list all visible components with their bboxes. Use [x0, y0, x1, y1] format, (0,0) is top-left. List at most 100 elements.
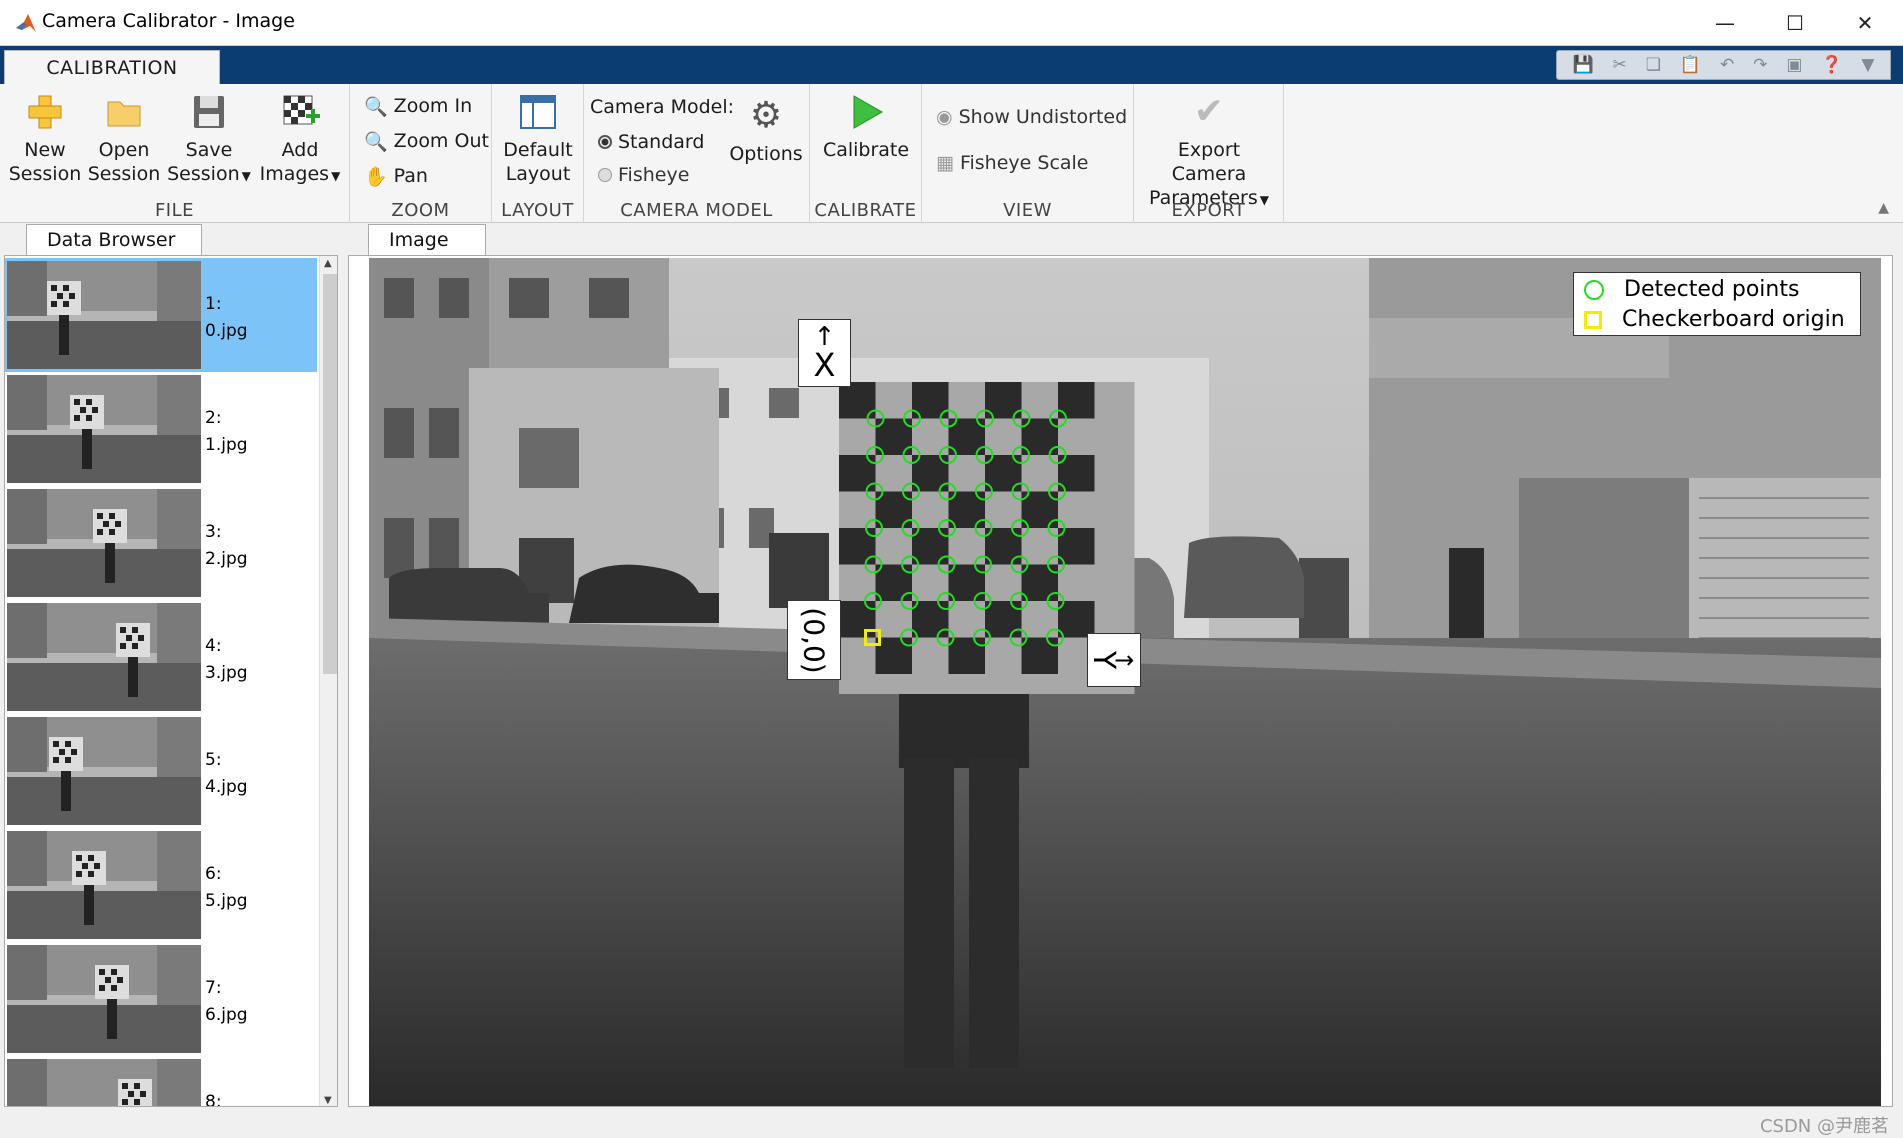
image-index: 7: [205, 978, 222, 998]
thumbnail-label: 7: 6.jpg [205, 975, 248, 1029]
legend: Detected points Checkerboard origin [1573, 272, 1861, 336]
thumbnail-label: 6: 5.jpg [205, 861, 248, 915]
thumbnail-label: 1: 0.jpg [205, 291, 248, 345]
view-section-label: VIEW [1003, 200, 1052, 221]
list-item[interactable]: 1: 0.jpg [5, 258, 317, 372]
help-icon[interactable]: ❓ [1821, 55, 1842, 75]
chevron-down-icon[interactable]: ▼ [1861, 55, 1874, 75]
image-thumbnail [7, 375, 201, 483]
list-item[interactable]: 4: 3.jpg [5, 600, 317, 714]
image-thumbnail [7, 1059, 201, 1106]
camera-model-label: Camera Model: [590, 96, 735, 118]
add-images-button[interactable]: Add Images ▼ [256, 92, 344, 188]
image-index: 2: [205, 408, 222, 428]
browser-scrollbar[interactable]: ▲ ▼ [319, 256, 337, 1106]
list-item[interactable]: 2: 1.jpg [5, 372, 317, 486]
image-index: 8: [205, 1092, 222, 1107]
camera-model-section-label: CAMERA MODEL [620, 200, 773, 221]
checkerboard-square [912, 601, 949, 638]
open-session-button[interactable]: Open Session [86, 92, 162, 186]
dropdown-arrow-icon: ▼ [241, 169, 251, 183]
layout-section: Default Layout LAYOUT [492, 84, 584, 223]
export-camera-parameters-button[interactable]: ✔ Export Camera Parameters ▼ [1140, 92, 1278, 212]
dropdown-arrow-icon: ▼ [331, 169, 341, 183]
image-filename: 1.jpg [205, 435, 248, 455]
tab-calibration[interactable]: CALIBRATION [4, 50, 220, 84]
layout-icon [518, 92, 558, 132]
minimize-button[interactable]: — [1690, 0, 1760, 46]
tab-image[interactable]: Image [368, 224, 486, 255]
image-thumbnail [7, 261, 201, 369]
paste-icon[interactable]: 📋 [1680, 55, 1701, 75]
close-button[interactable]: ✕ [1830, 0, 1900, 46]
maximize-button[interactable]: ☐ [1760, 0, 1830, 46]
image-index: 4: [205, 636, 222, 656]
list-item[interactable]: 8: [5, 1056, 317, 1107]
fisheye-radio[interactable]: Fisheye [598, 161, 689, 189]
list-item[interactable]: 3: 2.jpg [5, 486, 317, 600]
thumbnail-label: 4: 3.jpg [205, 633, 248, 687]
window-layout-icon[interactable]: ▣ [1786, 55, 1802, 75]
scroll-up-icon[interactable]: ▲ [324, 258, 332, 269]
image-filename: 2.jpg [205, 549, 248, 569]
default-layout-button[interactable]: Default Layout [498, 92, 578, 186]
gear-icon: ⚙ [749, 95, 783, 136]
folder-icon [104, 92, 144, 132]
zoom-in-icon: 🔍 [364, 95, 388, 118]
scroll-down-icon[interactable]: ▼ [324, 1095, 332, 1106]
cut-icon[interactable]: ✂ [1613, 55, 1627, 75]
image-index: 3: [205, 522, 222, 542]
thumbnail-label: 8: [205, 1089, 222, 1107]
tab-data-browser[interactable]: Data Browser [26, 224, 202, 255]
image-filename: 4.jpg [205, 777, 248, 797]
redo-icon[interactable]: ↷ [1753, 55, 1767, 75]
checkerboard-square [839, 528, 876, 565]
new-session-button[interactable]: New Session [8, 92, 82, 186]
yellow-square-icon [1584, 310, 1602, 329]
hand-icon: ✋ [364, 165, 388, 188]
origin-label-box: (0,0) [787, 600, 841, 680]
play-icon [846, 92, 886, 132]
save-session-button[interactable]: Save Session ▼ [166, 92, 252, 188]
show-undistorted-button[interactable]: ◉ Show Undistorted [936, 103, 1127, 131]
copy-icon[interactable]: ❏ [1646, 55, 1661, 75]
standard-radio[interactable]: Standard [598, 128, 704, 156]
image-index: 5: [205, 750, 222, 770]
quick-access-toolbar: 💾 ✂ ❏ 📋 ↶ ↷ ▣ ❓ ▼ [1556, 50, 1891, 80]
zoom-section: 🔍 Zoom In 🔍 Zoom Out ✋ Pan ZOOM [350, 84, 492, 223]
radio-unselected-icon [598, 168, 612, 182]
fisheye-scale-button[interactable]: ▦ Fisheye Scale [936, 149, 1089, 177]
image-index: 6: [205, 864, 222, 884]
thumbnail-label: 3: 2.jpg [205, 519, 248, 573]
file-section-label: FILE [154, 200, 195, 221]
list-item[interactable]: 7: 6.jpg [5, 942, 317, 1056]
window-title: Camera Calibrator - Image [42, 10, 295, 32]
calibrate-button[interactable]: Calibrate [814, 92, 918, 162]
legend-checkerboard-origin: Checkerboard origin [1622, 307, 1845, 332]
image-thumbnail [7, 831, 201, 939]
pan-button[interactable]: ✋ Pan [364, 162, 428, 190]
zoom-out-button[interactable]: 🔍 Zoom Out [364, 127, 489, 155]
checkmark-icon: ✔ [1193, 91, 1225, 132]
thumbnail-label: 5: 4.jpg [205, 747, 248, 801]
zoom-section-label: ZOOM [391, 200, 450, 221]
image-filename: 5.jpg [205, 891, 248, 911]
calibrate-section-label: CALIBRATE [814, 200, 917, 221]
list-item[interactable]: 5: 4.jpg [5, 714, 317, 828]
image-thumbnail [7, 945, 201, 1053]
origin-label: (0,0) [797, 606, 831, 674]
options-button[interactable]: ⚙ Options [726, 96, 806, 166]
list-item[interactable]: 6: 5.jpg [5, 828, 317, 942]
save-icon[interactable]: 💾 [1572, 55, 1593, 75]
calibration-image[interactable]: ↑ X (0,0) Y → [369, 258, 1881, 1106]
collapse-toolstrip-icon[interactable]: ▲ [1878, 200, 1889, 216]
radio-selected-icon [598, 135, 612, 149]
image-filename: 0.jpg [205, 321, 248, 341]
legend-detected-points: Detected points [1624, 277, 1800, 302]
toolstrip-tab-bar: CALIBRATION 💾 ✂ ❏ 📋 ↶ ↷ ▣ ❓ ▼ [0, 46, 1903, 84]
scrollbar-thumb[interactable] [323, 274, 337, 674]
undo-icon[interactable]: ↶ [1720, 55, 1734, 75]
zoom-in-button[interactable]: 🔍 Zoom In [364, 92, 472, 120]
view-section: ◉ Show Undistorted ▦ Fisheye Scale VIEW [922, 84, 1134, 223]
x-axis-label-box: ↑ X [798, 319, 851, 387]
